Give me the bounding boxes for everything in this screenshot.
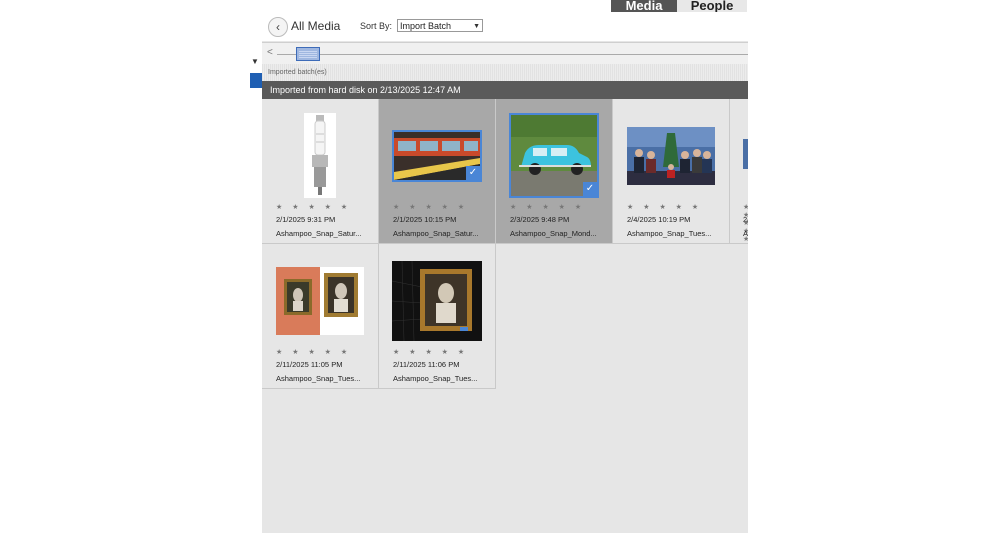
- item-date: 2/4/2025 10:19 PM: [627, 215, 691, 224]
- media-thumbnail[interactable]: [275, 113, 365, 198]
- timeline-caption: Imported batch(es): [268, 69, 327, 76]
- item-name: Ashampoo_Snap_Tues...: [276, 374, 361, 383]
- media-item[interactable]: ★ ★ ★ ★ ★ 2/11/2025 11:06 PM Ashampoo_Sn…: [379, 244, 496, 389]
- batch-header: Imported from hard disk on 2/13/2025 12:…: [262, 81, 748, 99]
- back-button[interactable]: ‹: [268, 17, 288, 37]
- timeline-bar[interactable]: <: [262, 42, 748, 65]
- media-panel: ‹ All Media Sort By: Import Batch ▼ < Im…: [262, 12, 748, 533]
- item-date: 2/11/2025 11:06 PM: [393, 360, 460, 369]
- rating-stars[interactable]: ★ ★ ★ ★ ★: [510, 203, 585, 211]
- media-item[interactable]: ★ ★ ★ ★ ★ 2/1/2025 9:31 PM Ashampoo_Snap…: [262, 99, 379, 244]
- rating-stars[interactable]: ★ ★ ★ ★ ★: [276, 203, 351, 211]
- rating-stars[interactable]: ★ ★ ★ ★ ★: [393, 348, 468, 356]
- item-name: Ashampoo_Snap_Satur...: [276, 229, 362, 238]
- timeline-track: [277, 54, 748, 55]
- media-thumbnail[interactable]: [275, 258, 365, 343]
- media-item[interactable]: ★ ★ ★ ★ ★ 2/11/2025 11:05 PM Ashampoo_Sn…: [262, 244, 379, 389]
- media-thumbnail[interactable]: [392, 258, 482, 343]
- item-date: 2/1/2025 9:31 PM: [276, 215, 336, 224]
- timeline-batch-marker[interactable]: [296, 47, 320, 61]
- media-thumbnail[interactable]: [626, 113, 716, 198]
- checkmark-icon[interactable]: ✓: [466, 165, 480, 180]
- sort-by-value: Import Batch: [400, 21, 452, 31]
- media-thumbnail[interactable]: [743, 139, 748, 169]
- item-date: 2/: [743, 215, 748, 224]
- media-header: ‹ All Media Sort By: Import Batch ▼: [262, 12, 748, 41]
- item-name: Ashampoo_Snap_Tues...: [393, 374, 478, 383]
- rating-stars[interactable]: ★ ★ ★ ★ ★: [393, 203, 468, 211]
- item-date: 2/1/2025 10:15 PM: [393, 215, 457, 224]
- rating-stars[interactable]: ★ ★ ★ ★ ★: [627, 203, 702, 211]
- media-thumbnail[interactable]: ✓: [509, 113, 599, 198]
- item-date: 2/3/2025 9:48 PM: [510, 215, 570, 224]
- item-name: Ashampoo_Snap_Mond...: [510, 229, 597, 238]
- sort-by-label: Sort By:: [360, 21, 393, 31]
- chevron-left-icon: ‹: [276, 20, 280, 34]
- media-item[interactable]: ★ ★ ★ ★ ★ 2/ As: [730, 99, 748, 244]
- media-thumbnail[interactable]: ✓: [392, 113, 482, 198]
- page-title: All Media: [291, 19, 341, 33]
- chevron-down-icon: ▼: [473, 23, 480, 30]
- media-item[interactable]: ★ ★ ★ ★ ★ 2/4/2025 10:19 PM Ashampoo_Sna…: [613, 99, 730, 244]
- media-item[interactable]: ✓ ★ ★ ★ ★ ★ 2/1/2025 10:15 PM Ashampoo_S…: [379, 99, 496, 244]
- timeline-scroll-left-icon[interactable]: <: [267, 47, 273, 58]
- sidebar-selection-marker: [250, 73, 262, 88]
- item-name: Ashampoo_Snap_Tues...: [627, 229, 712, 238]
- rating-stars[interactable]: ★ ★ ★ ★ ★: [276, 348, 351, 356]
- media-item[interactable]: ✓ ★ ★ ★ ★ ★ 2/3/2025 9:48 PM Ashampoo_Sn…: [496, 99, 613, 244]
- item-name: Ashampoo_Snap_Satur...: [393, 229, 479, 238]
- tab-people[interactable]: People: [677, 0, 747, 12]
- tab-media[interactable]: Media: [611, 0, 677, 12]
- item-name: As: [743, 229, 748, 238]
- sort-by-select[interactable]: Import Batch ▼: [397, 19, 483, 32]
- dropdown-arrow-icon[interactable]: ▼: [251, 57, 259, 66]
- checkmark-icon[interactable]: ✓: [583, 182, 597, 196]
- item-date: 2/11/2025 11:05 PM: [276, 360, 343, 369]
- timeline-stripe: [262, 64, 748, 81]
